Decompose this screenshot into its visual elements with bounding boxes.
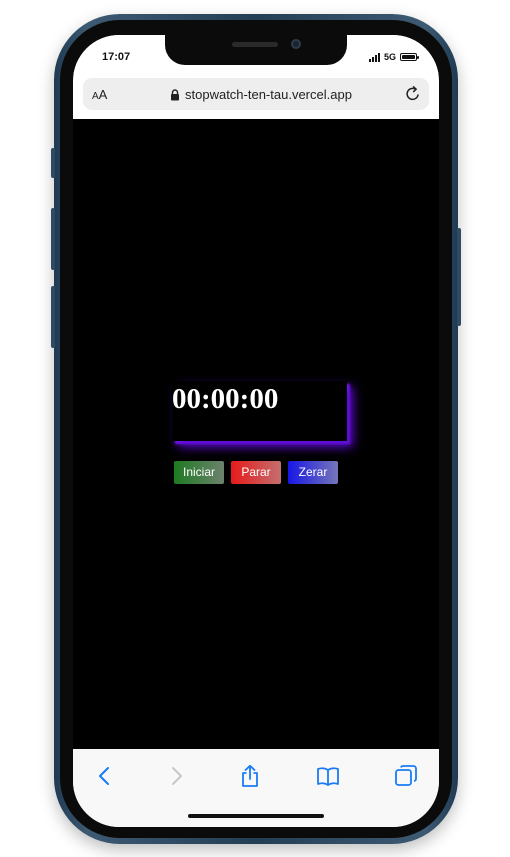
url-text: stopwatch-ten-tau.vercel.app [185,87,352,102]
home-indicator[interactable] [188,814,324,818]
address-bar[interactable]: AA stopwatch-ten-tau.vercel.app [83,78,429,110]
text-size-large-a: A [98,87,108,102]
front-camera [291,39,301,49]
stop-button[interactable]: Parar [231,461,281,484]
text-size-button[interactable]: AA [92,87,107,102]
lock-icon [171,88,179,100]
volume-up-button [51,208,55,270]
status-indicators: 5G [368,52,419,62]
battery-icon [400,53,419,61]
speaker-grille [232,42,278,47]
device-mockup: 17:07 5G AA stopwatch-ten-tau.vercel.app… [0,0,510,857]
phone-screen: 17:07 5G AA stopwatch-ten-tau.vercel.app… [73,35,439,827]
share-icon[interactable] [238,764,262,788]
bookmarks-icon[interactable] [316,764,340,788]
start-button[interactable]: Iniciar [174,461,224,484]
url-display[interactable]: stopwatch-ten-tau.vercel.app [170,87,352,102]
stopwatch-display-card: 00:00:00 [172,381,347,441]
power-button [457,228,461,326]
status-time: 17:07 [102,51,131,63]
network-type: 5G [383,52,396,62]
notch [165,35,347,65]
web-page: 00:00:00 Iniciar Parar Zerar [73,119,439,749]
stopwatch-time: 00:00:00 [172,383,279,415]
forward-icon[interactable] [164,764,188,788]
reload-icon[interactable] [403,84,423,104]
status-bar: 17:07 5G [73,35,439,75]
battery-level [402,55,415,59]
text-size-small-a: A [92,91,99,102]
volume-down-button [51,286,55,348]
tabs-icon[interactable] [394,764,418,788]
reset-button[interactable]: Zerar [288,461,338,484]
back-icon[interactable] [93,764,117,788]
signal-icon [368,52,380,62]
silent-switch [51,148,55,178]
